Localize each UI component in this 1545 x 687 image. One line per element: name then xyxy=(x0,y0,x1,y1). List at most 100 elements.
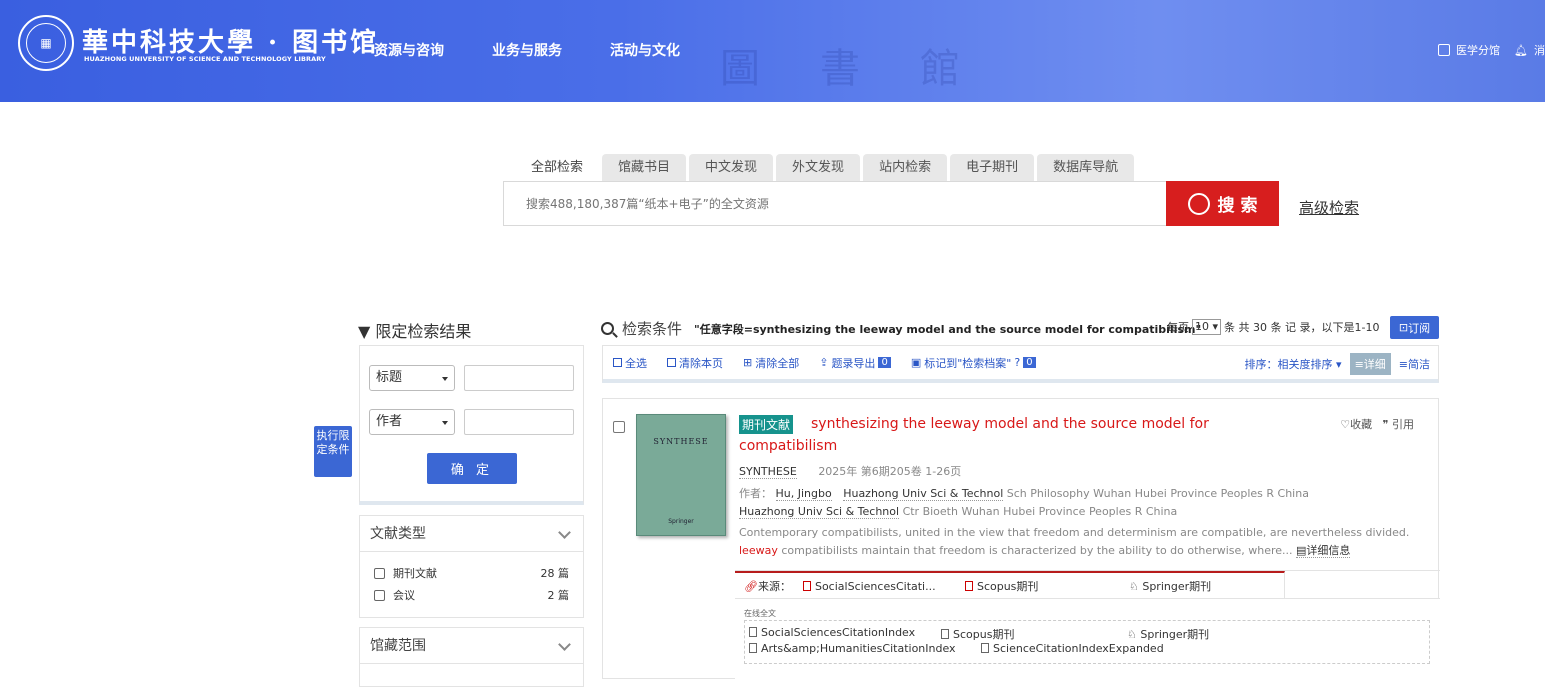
field-input-1[interactable] xyxy=(464,365,574,391)
link-icon: 🔗︎ xyxy=(744,580,758,593)
checkbox-icon xyxy=(613,358,622,367)
search-box xyxy=(503,181,1167,226)
fulltext-link[interactable]: Scopus期刊 xyxy=(941,626,1014,642)
org-link[interactable]: Huazhong Univ Sci & Technol xyxy=(843,487,1004,501)
fulltext-links: SocialSciencesCitationIndex Scopus期刊 ♘ S… xyxy=(744,620,1430,664)
grid-icon: ⊞ xyxy=(743,356,753,369)
help-icon: ? xyxy=(1014,356,1021,369)
facet-collection: 馆藏范围 xyxy=(359,627,584,687)
springer-icon: ♘ xyxy=(1128,580,1139,593)
facet-item[interactable]: 期刊文献 28 篇 xyxy=(360,562,583,584)
pdf-icon xyxy=(964,581,973,591)
abstract: Contemporary compatibilists, united in t… xyxy=(739,526,1410,558)
search-input[interactable] xyxy=(504,182,1167,225)
sort-select[interactable]: 排序：相关度排序 ▾ xyxy=(1245,356,1342,372)
select-all-button[interactable]: 全选 xyxy=(613,355,647,371)
search-button[interactable]: 搜 索 xyxy=(1166,181,1279,226)
confirm-button[interactable]: 确 定 xyxy=(427,453,517,484)
doc-icon: ▤ xyxy=(1296,544,1307,557)
result-title[interactable]: synthesizing the leeway model and the so… xyxy=(739,413,1269,457)
favorite-button[interactable]: ♡收藏 xyxy=(1340,418,1372,431)
springer-icon: ♘ xyxy=(1127,628,1137,641)
tab-ejournal[interactable]: 电子期刊 xyxy=(950,154,1035,182)
type-badge: 期刊文献 xyxy=(739,415,794,434)
heart-icon: ♡ xyxy=(1340,418,1351,431)
tab-chinese[interactable]: 中文发现 xyxy=(689,154,774,182)
result-checkbox[interactable] xyxy=(613,421,625,433)
mark-archive-button[interactable]: ▣ 标记到"检索档案"? 0 xyxy=(911,355,1036,371)
facet-head[interactable]: 馆藏范围 xyxy=(360,628,583,664)
result-item: SYNTHESE Springer synthesizing the leewa… xyxy=(602,398,1440,680)
filter-icon: ▼ xyxy=(358,322,371,341)
advanced-search-link[interactable]: 高级检索 xyxy=(1299,197,1359,218)
chevron-down-icon xyxy=(558,638,571,651)
save-icon: ▣ xyxy=(910,356,922,369)
fulltext-link[interactable]: ♘ Springer期刊 xyxy=(1127,626,1209,642)
tab-catalog[interactable]: 馆藏书目 xyxy=(602,154,687,182)
search-icon xyxy=(601,322,614,335)
per-page-select[interactable]: 10 ▾ xyxy=(1192,319,1222,335)
tab-site[interactable]: 站内检索 xyxy=(863,154,948,182)
org-link[interactable]: Huazhong Univ Sci & Technol xyxy=(739,505,900,519)
author-line: 作者： Hu, Jingbo Huazhong Univ Sci & Techn… xyxy=(739,487,1309,519)
brief-view-button[interactable]: ≡简洁 xyxy=(1399,356,1430,372)
toolbar-right: 排序：相关度排序 ▾ ≡详细 ≡简洁 xyxy=(1245,353,1430,375)
nav-resources[interactable]: 资源与咨询 xyxy=(374,40,444,60)
list-icon: ≡ xyxy=(1354,358,1364,371)
results-toolbar: 全选 清除本页 ⊞ 清除全部 ⇪ 题录导出 0 ▣ 标记到"检索档案"? 0 排序：相关度… xyxy=(602,345,1439,383)
result-actions: ♡收藏 ❞ 引用 xyxy=(1340,416,1414,432)
facet-head[interactable]: 文献类型 xyxy=(360,516,583,552)
header-right-links: 医学分馆 🔔︎ 消 xyxy=(1438,42,1545,58)
source-tab: 🔗︎ 来源： SocialSciencesCitati... Scopus期刊 ♘… xyxy=(735,571,1285,599)
detail-view-button[interactable]: ≡详细 xyxy=(1349,353,1391,375)
pdf-icon xyxy=(802,581,811,591)
quote-icon: ❞ xyxy=(1382,418,1389,431)
notification-link[interactable]: 🔔︎ 消 xyxy=(1514,42,1545,58)
field-select-2[interactable]: 作者 xyxy=(369,409,455,435)
journal-link[interactable]: SYNTHESE xyxy=(739,465,797,479)
export-button[interactable]: ⇪ 题录导出 0 xyxy=(819,355,891,371)
nav-services[interactable]: 业务与服务 xyxy=(492,40,562,60)
field-select-1[interactable]: 标题 xyxy=(369,365,455,391)
doc-icon xyxy=(749,627,757,637)
source-link[interactable]: ♘ Springer期刊 xyxy=(1129,573,1211,599)
query-text: "任意字段=synthesizing the leeway model and … xyxy=(694,322,1202,336)
caret-down-icon xyxy=(442,421,448,425)
detail-info-link[interactable]: ▤详细信息 xyxy=(1296,544,1351,558)
nav-activities[interactable]: 活动与文化 xyxy=(610,40,680,60)
source-link[interactable]: Scopus期刊 xyxy=(964,573,1117,599)
branch-icon xyxy=(1438,44,1451,56)
clear-page-button[interactable]: 清除本页 xyxy=(667,355,723,371)
header-background-text: 圖書館 xyxy=(720,46,1020,92)
search-tabs: 全部检索 馆藏书目 中文发现 外文发现 站内检索 电子期刊 数据库导航 xyxy=(515,154,1135,182)
medical-branch-link[interactable]: 医学分馆 xyxy=(1438,42,1500,58)
tab-all[interactable]: 全部检索 xyxy=(515,154,600,182)
doc-icon xyxy=(749,643,757,653)
execute-limit-tab[interactable]: 执行限定条件 xyxy=(314,426,352,477)
search-icon xyxy=(1187,192,1210,215)
menu-icon: ≡ xyxy=(1398,358,1408,371)
source-bar: 🔗︎ 来源： SocialSciencesCitati... Scopus期刊 ♘… xyxy=(735,570,1440,599)
doc-icon xyxy=(981,643,989,653)
tab-database[interactable]: 数据库导航 xyxy=(1037,154,1135,182)
tab-foreign[interactable]: 外文发现 xyxy=(776,154,861,182)
fulltext-link[interactable]: SocialSciencesCitationIndex xyxy=(749,626,915,639)
library-logo-title[interactable]: 華中科技大學 · 图书馆 xyxy=(82,22,379,59)
subscribe-icon: ⊡ xyxy=(1398,321,1409,334)
subscribe-button[interactable]: ⊡ 订阅 xyxy=(1390,316,1439,339)
fulltext-link[interactable]: ScienceCitationIndexExpanded xyxy=(981,642,1164,655)
checkbox[interactable] xyxy=(374,567,385,579)
clear-all-button[interactable]: ⊞ 清除全部 xyxy=(743,355,799,371)
field-input-2[interactable] xyxy=(464,409,574,435)
journal-cover[interactable]: SYNTHESE Springer xyxy=(636,414,726,536)
checkbox[interactable] xyxy=(374,589,385,601)
bell-icon: 🔔︎ xyxy=(1514,43,1528,57)
author-link[interactable]: Hu, Jingbo xyxy=(775,487,832,501)
facet-item[interactable]: 会议 2 篇 xyxy=(360,584,583,606)
fulltext-link[interactable]: Arts&amp;HumanitiesCitationIndex xyxy=(749,642,956,655)
caret-down-icon xyxy=(442,377,448,381)
source-link[interactable]: SocialSciencesCitati... xyxy=(802,573,953,599)
cite-button[interactable]: ❞ 引用 xyxy=(1383,418,1414,431)
facet-doc-type: 文献类型 期刊文献 28 篇 会议 2 篇 xyxy=(359,515,584,618)
university-seal-icon[interactable]: ▦ xyxy=(18,15,74,71)
